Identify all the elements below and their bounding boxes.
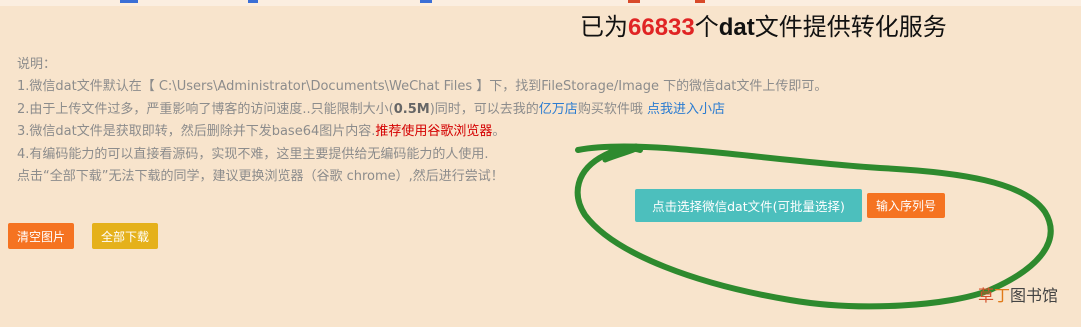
top-strip-mark	[628, 0, 640, 3]
enter-serial-button[interactable]: 输入序列号	[867, 193, 945, 218]
instructions-title: 说明：	[17, 57, 57, 72]
headline-suffix: 文件提供转化服务	[754, 13, 947, 41]
top-strip	[0, 0, 1081, 6]
watermark-char: 草	[978, 286, 995, 305]
instruction-line-2-text: 购买软件哦	[577, 101, 643, 117]
enter-shop-link[interactable]: 点我进入小店	[647, 102, 725, 117]
top-strip-mark	[420, 0, 432, 3]
instruction-line-4: 4.有编码能力的可以直接看源码，实现不难，这里主要提供给无编码能力的人使用.	[17, 146, 489, 162]
watermark-char: 丁	[994, 286, 1011, 305]
watermark-text: 图书馆	[1010, 286, 1059, 305]
instruction-line-3-end: 。	[492, 124, 506, 140]
browser-recommendation: 推荐使用谷歌浏览器	[375, 124, 493, 140]
instruction-line-3: 3.微信dat文件是获取即转，然后删除并下发base64图片内容.推荐使用谷歌浏…	[17, 121, 827, 143]
headline-dat: dat	[718, 14, 755, 41]
page-headline: 已为66833个dat文件提供转化服务	[580, 12, 947, 43]
download-all-button[interactable]: 全部下载	[92, 223, 158, 249]
instruction-line-2-text: 2.由于上传文件过多，严重影响了博客的访问速度..只能限制大小(	[17, 101, 394, 117]
instruction-line-3-text: 3.微信dat文件是获取即转，然后删除并下发base64图片内容.	[17, 124, 376, 140]
select-dat-files-button[interactable]: 点击选择微信dat文件(可批量选择)	[635, 189, 862, 222]
top-strip-mark	[695, 0, 705, 3]
headline-middle: 个	[694, 13, 719, 41]
instruction-line-5: 点击“全部下载”无法下载的同学，建议更换浏览器（谷歌 chrome）,然后进行尝…	[17, 169, 504, 185]
instruction-line-2-text: )同时，可以去我的	[429, 101, 539, 117]
shop-link[interactable]: 亿万店	[539, 102, 578, 117]
instruction-line-1: 1.微信dat文件默认在【 C:\Users\Administrator\Doc…	[17, 79, 828, 95]
watermark: 草丁图书馆	[978, 282, 1058, 306]
instructions: 说明： 1.微信dat文件默认在【 C:\Users\Administrator…	[17, 54, 827, 188]
top-strip-mark	[120, 0, 138, 3]
instruction-line-2: 2.由于上传文件过多，严重影响了博客的访问速度..只能限制大小(0.5M)同时，…	[17, 99, 827, 121]
clear-images-button[interactable]: 清空图片	[8, 223, 74, 249]
headline-prefix: 已为	[580, 13, 628, 41]
top-strip-mark	[248, 0, 258, 3]
size-limit: 0.5M	[393, 101, 430, 117]
conversion-count: 66833	[628, 14, 695, 41]
